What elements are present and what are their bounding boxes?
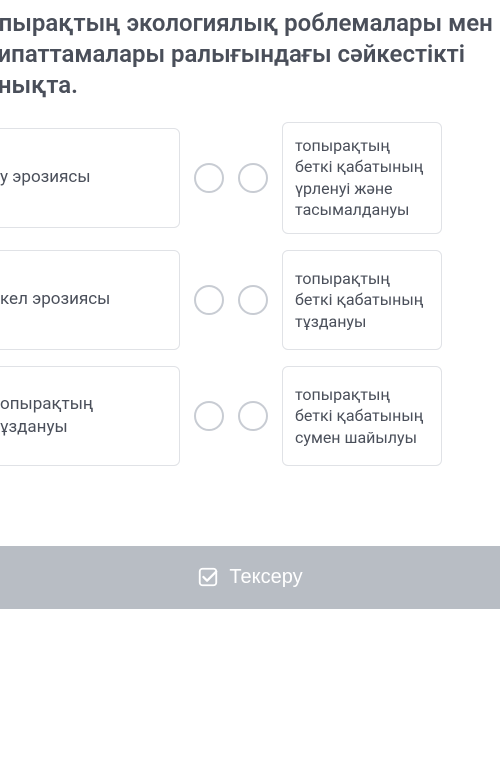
- match-right-label: топырақтың беткі қабатының сумен шайылуы: [295, 384, 429, 449]
- match-right-label: топырақтың беткі қабатының тұздануы: [295, 268, 429, 333]
- match-left-label: у эрозиясы: [0, 166, 91, 189]
- check-button-label: Тексеру: [229, 566, 302, 589]
- match-left-box[interactable]: кел эрозиясы: [0, 250, 180, 350]
- check-button[interactable]: Тексеру: [0, 546, 500, 609]
- match-left-label: опырақтың ұздануы: [0, 393, 165, 439]
- match-right-box[interactable]: топырақтың беткі қабатының үрленуі және …: [282, 122, 442, 234]
- radio-left[interactable]: [194, 163, 224, 193]
- match-right-box[interactable]: топырақтың беткі қабатының сумен шайылуы: [282, 366, 442, 466]
- match-right-label: топырақтың беткі қабатының үрленуі және …: [295, 135, 429, 221]
- match-row: у эрозиясы топырақтың беткі қабатының үр…: [0, 122, 500, 234]
- radio-right[interactable]: [238, 163, 268, 193]
- check-icon: [197, 566, 219, 588]
- radio-right[interactable]: [238, 285, 268, 315]
- radio-right[interactable]: [238, 401, 268, 431]
- match-left-label: кел эрозиясы: [0, 288, 110, 311]
- match-left-box[interactable]: у эрозиясы: [0, 128, 180, 228]
- radio-left[interactable]: [194, 285, 224, 315]
- match-row: кел эрозиясы топырақтың беткі қабатының …: [0, 250, 500, 350]
- question-title: опырақтың экологиялық роблемалары мен си…: [0, 0, 500, 122]
- match-row: опырақтың ұздануы топырақтың беткі қабат…: [0, 366, 500, 466]
- match-left-box[interactable]: опырақтың ұздануы: [0, 366, 180, 466]
- match-right-box[interactable]: топырақтың беткі қабатының тұздануы: [282, 250, 442, 350]
- match-container: у эрозиясы топырақтың беткі қабатының үр…: [0, 122, 500, 506]
- radio-left[interactable]: [194, 401, 224, 431]
